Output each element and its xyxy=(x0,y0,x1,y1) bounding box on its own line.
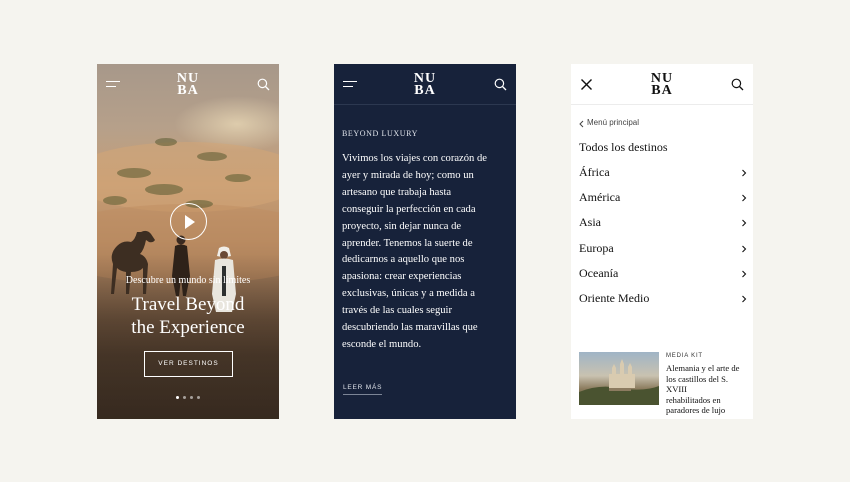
about-screen: NU BA BEYOND LUXURY Vivimos los viajes c… xyxy=(334,64,516,419)
about-paragraph: Vivimos los viajes con corazón de ayer y … xyxy=(342,151,512,354)
about-text-line: aprender. Tenemos la suerte de xyxy=(342,237,473,249)
about-text-line: apasiona: crear experiencias xyxy=(342,271,462,283)
top-bar: NU BA xyxy=(334,64,516,105)
view-destinations-button[interactable]: VER DESTINOS xyxy=(144,351,233,377)
chevron-right-icon xyxy=(742,245,747,252)
destination-menu-item[interactable]: África xyxy=(579,165,747,181)
chevron-right-icon xyxy=(742,220,747,227)
hero-title-line: Travel Beyond xyxy=(131,294,245,315)
play-video-button[interactable] xyxy=(170,203,207,240)
about-text-line: exclusivas, únicas y a medida a xyxy=(342,288,475,300)
all-destinations-link[interactable]: Todos los destinos xyxy=(579,140,668,155)
brand-logo[interactable]: NU BA xyxy=(97,72,279,98)
media-kit-article-title[interactable]: Alemania y el arte de los castillos del S… xyxy=(666,363,750,416)
destination-menu-item[interactable]: América xyxy=(579,190,747,206)
about-text-line: través de las cuales seguir xyxy=(342,305,453,317)
top-bar: NU BA xyxy=(97,64,279,105)
hero-title: Travel Beyond the Experience xyxy=(97,293,279,339)
top-bar: NU BA xyxy=(571,64,753,105)
destination-label: Oceanía xyxy=(579,265,619,280)
destination-menu-item[interactable]: Europa xyxy=(579,241,747,257)
about-text-line: dedicarnos a aquello que nos xyxy=(342,254,465,266)
hero-screen: NU BA Descubre un mundo sin límites Trav… xyxy=(97,64,279,419)
scrub-shape xyxy=(145,184,183,195)
destination-label: Oriente Medio xyxy=(579,291,650,305)
scrub-shape xyxy=(155,138,177,146)
media-kit-title-line: los castillos del S. XVIII xyxy=(666,373,729,395)
logo-line: BA xyxy=(177,83,199,98)
carousel-dots xyxy=(97,396,279,399)
logo-line: BA xyxy=(414,83,436,98)
about-text-line: proyecto, sin dejar nunca de xyxy=(342,220,462,232)
media-kit-title-line: Alemania y el arte de xyxy=(666,363,740,373)
chevron-left-icon xyxy=(579,120,584,128)
search-icon[interactable] xyxy=(731,78,744,91)
castle-illustration xyxy=(579,359,659,405)
brand-logo[interactable]: NU BA xyxy=(571,72,753,98)
about-text-line: artesano que trabaja hasta xyxy=(342,186,452,198)
destination-menu-item[interactable]: Oceanía xyxy=(579,266,747,282)
scrub-shape xyxy=(103,196,127,205)
section-eyebrow: BEYOND LUXURY xyxy=(342,129,419,138)
carousel-dot[interactable] xyxy=(176,396,179,399)
destination-label: África xyxy=(579,165,610,179)
carousel-dot[interactable] xyxy=(197,396,200,399)
chevron-right-icon xyxy=(742,270,747,278)
scrub-shape xyxy=(197,152,227,161)
destination-label: Asia xyxy=(579,215,601,230)
scrub-shape xyxy=(225,174,251,182)
back-link-label: Menú principal xyxy=(587,118,640,127)
search-icon[interactable] xyxy=(257,78,270,91)
logo-line: BA xyxy=(651,83,673,98)
traveler-silhouette xyxy=(172,235,190,296)
media-kit-title-line: rehabilitados en xyxy=(666,394,721,405)
hero-title-line: the Experience xyxy=(131,317,245,338)
scrub-shape xyxy=(117,168,151,178)
carousel-dot[interactable] xyxy=(190,396,193,399)
destination-menu-item[interactable]: Asia xyxy=(579,215,747,231)
about-text-line: ayer y mirada de hoy; como un xyxy=(342,169,474,181)
chevron-right-icon xyxy=(742,169,747,177)
carousel-dot[interactable] xyxy=(183,396,186,399)
destination-menu-item[interactable]: Oriente Medio xyxy=(579,291,747,307)
hero-subtitle: Descubre un mundo sin límites xyxy=(125,275,251,286)
media-kit-label: MEDIA KIT xyxy=(666,353,703,359)
castle-thumbnail-image[interactable] xyxy=(579,352,659,405)
about-text-line: Vivimos los viajes con corazón de xyxy=(342,153,487,164)
read-more-link[interactable]: LEER MÁS xyxy=(343,384,383,395)
brand-logo[interactable]: NU BA xyxy=(334,72,516,98)
menu-screen: NU BA Menú principal Todos los destinos … xyxy=(571,64,753,419)
chevron-right-icon xyxy=(742,295,747,303)
about-text-line: conseguir la perfección en cada xyxy=(342,203,476,215)
about-text-line: esconde el mundo. xyxy=(342,338,422,350)
destination-label: Europa xyxy=(579,240,614,255)
chevron-right-icon xyxy=(742,194,747,202)
about-text-line: descubriendo las maravillas que xyxy=(342,322,478,334)
search-icon[interactable] xyxy=(494,78,507,91)
media-kit-title-line: paradores de lujo xyxy=(666,405,726,415)
destination-label: América xyxy=(579,190,621,205)
